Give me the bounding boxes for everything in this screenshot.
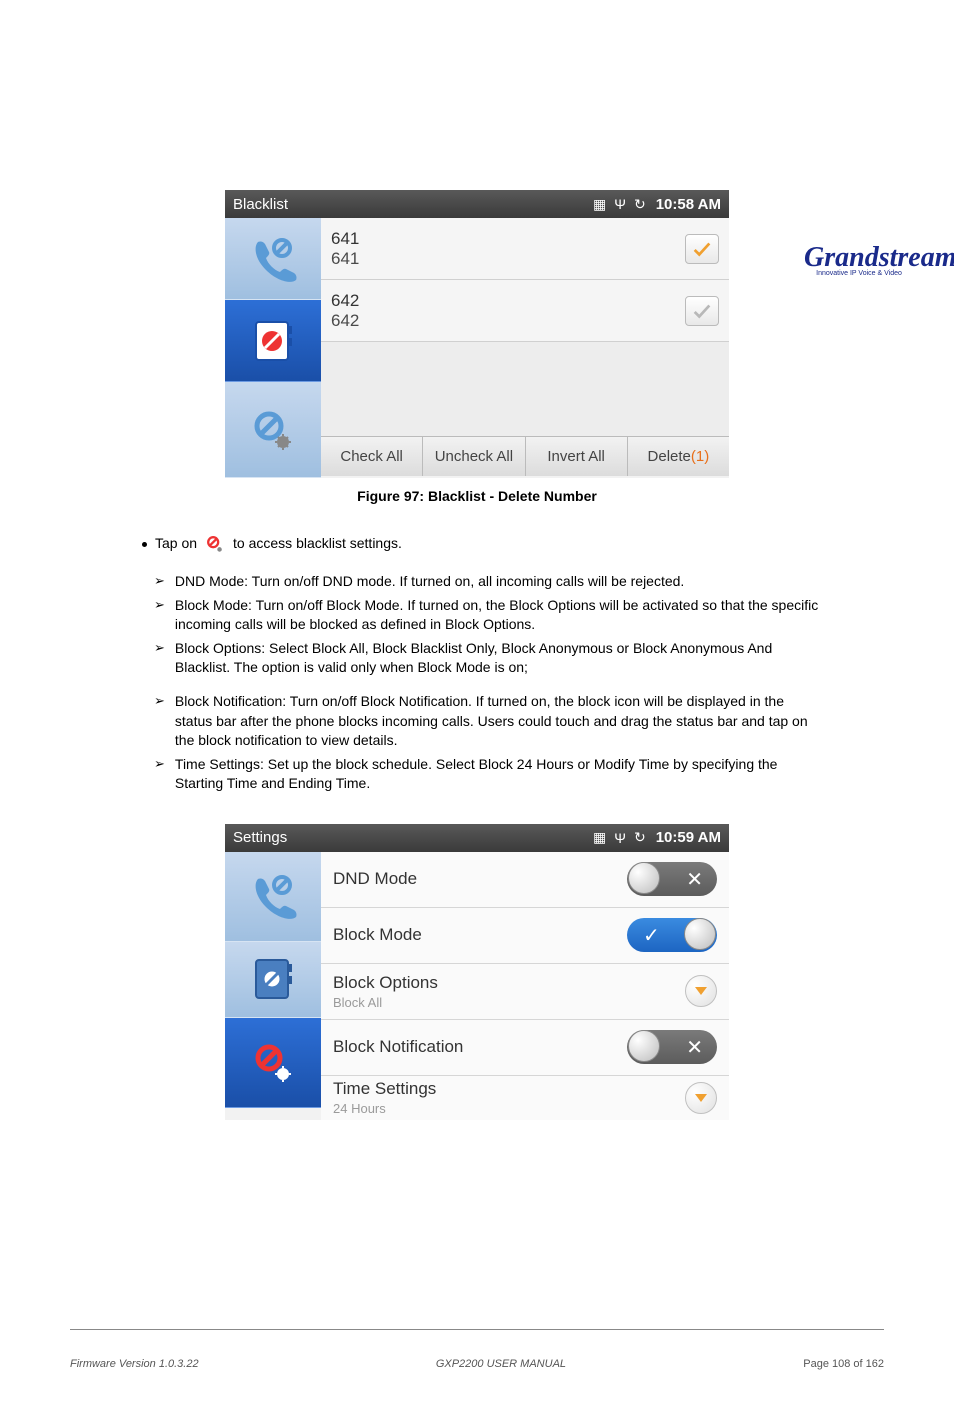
figure-settings: Settings ▦ Ψ ↻ 10:59 AM — [225, 824, 729, 1120]
block-notification-toggle[interactable]: ✕ — [627, 1030, 717, 1064]
arrow-bullet-icon: ➢ — [154, 692, 165, 751]
brand-tagline: Innovative IP Voice & Video — [804, 270, 914, 277]
contact-name: 642 — [331, 291, 685, 311]
sidebar — [225, 218, 321, 478]
setting-label: DND Mode — [333, 869, 627, 889]
action-bar: Check All Uncheck All Invert All Delete(… — [321, 436, 729, 476]
list-item[interactable]: 642 642 — [321, 280, 729, 342]
list-text: Block Options: Select Block All, Block B… — [175, 639, 824, 678]
screen-title: Blacklist — [233, 196, 589, 213]
screenshot-settings: Settings ▦ Ψ ↻ 10:59 AM — [225, 824, 729, 1120]
screen-title: Settings — [233, 829, 589, 846]
list-item[interactable]: 641 641 — [321, 218, 729, 280]
list-text: Time Settings: Set up the block schedule… — [175, 755, 824, 794]
expand-button[interactable] — [685, 1082, 717, 1114]
status-bar: Blacklist ▦ Ψ ↻ 10:58 AM — [225, 190, 729, 218]
contact-name: 641 — [331, 229, 685, 249]
figure-blacklist-delete: Blacklist ▦ Ψ ↻ 10:58 AM — [225, 190, 729, 504]
calc-icon: ▦ — [593, 196, 606, 213]
phone-block-icon — [248, 234, 298, 284]
contact-number: 641 — [331, 249, 685, 269]
footer-center: GXP2200 USER MANUAL — [436, 1358, 566, 1370]
bullet-icon — [142, 542, 147, 547]
blacklist-book-icon — [250, 318, 296, 364]
list-text: DND Mode: Turn on/off DND mode. If turne… — [175, 572, 684, 592]
clock-time: 10:58 AM — [656, 196, 721, 213]
arrow-bullet-icon: ➢ — [154, 596, 165, 635]
sync-icon: ↻ — [634, 196, 646, 213]
uncheck-all-button[interactable]: Uncheck All — [422, 436, 524, 476]
setting-label: Block Notification — [333, 1037, 627, 1057]
clock-time: 10:59 AM — [656, 829, 721, 846]
x-icon: ✕ — [686, 867, 703, 892]
arrow-bullet-icon: ➢ — [154, 639, 165, 678]
usb-icon: Ψ — [614, 830, 626, 846]
delete-button[interactable]: Delete(1) — [627, 436, 729, 476]
settings-row-block-notification[interactable]: Block Notification ✕ — [321, 1020, 729, 1076]
page-footer: Firmware Version 1.0.3.22 GXP2200 USER M… — [70, 1358, 884, 1370]
x-icon: ✕ — [686, 1035, 703, 1060]
sync-icon: ↻ — [634, 829, 646, 846]
dnd-toggle[interactable]: ✕ — [627, 862, 717, 896]
list-text: Block Mode: Turn on/off Block Mode. If t… — [175, 596, 824, 635]
settings-row-block-options[interactable]: Block Options Block All — [321, 964, 729, 1020]
setting-label: Block Mode — [333, 925, 627, 945]
usb-icon: Ψ — [614, 196, 626, 212]
brand-name: Grandstream — [804, 245, 914, 270]
sidebar-item-blacklist[interactable] — [225, 942, 321, 1018]
figure-caption: Figure 97: Blacklist - Delete Number — [225, 488, 729, 504]
sidebar-item-settings[interactable] — [225, 1018, 321, 1108]
intro-right: to access blacklist settings. — [233, 534, 402, 554]
block-settings-icon — [251, 408, 295, 452]
sidebar-item-block-history[interactable] — [225, 218, 321, 300]
check-icon — [691, 300, 713, 322]
setting-sublabel: Block All — [333, 995, 685, 1010]
brand-logo: Grandstream Innovative IP Voice & Video — [804, 245, 914, 277]
sidebar — [225, 852, 321, 1120]
settings-row-time-settings[interactable]: Time Settings 24 Hours — [321, 1076, 729, 1120]
intro-left: Tap on — [155, 534, 197, 554]
calc-icon: ▦ — [593, 829, 606, 846]
sidebar-item-blacklist[interactable] — [225, 300, 321, 382]
phone-block-icon — [248, 871, 298, 921]
arrow-bullet-icon: ➢ — [154, 755, 165, 794]
check-all-button[interactable]: Check All — [321, 436, 422, 476]
chevron-down-icon — [693, 1092, 709, 1104]
block-mode-toggle[interactable]: ✓ — [627, 918, 717, 952]
list-text: Block Notification: Turn on/off Block No… — [175, 692, 824, 751]
footer-left: Firmware Version 1.0.3.22 — [70, 1358, 199, 1370]
check-button[interactable] — [685, 296, 719, 326]
block-settings-inline-icon — [205, 534, 225, 554]
invert-all-button[interactable]: Invert All — [525, 436, 627, 476]
footer-rule — [70, 1329, 884, 1330]
check-icon — [691, 238, 713, 260]
setting-label: Time Settings — [333, 1079, 685, 1099]
check-icon: ✓ — [643, 923, 660, 948]
arrow-bullet-icon: ➢ — [154, 572, 165, 592]
blacklist-book-icon — [250, 956, 296, 1002]
body-text: Tap on to access blacklist settings. ➢ DN… — [130, 534, 824, 794]
footer-page: Page 108 of 162 — [803, 1358, 884, 1370]
screenshot-blacklist: Blacklist ▦ Ψ ↻ 10:58 AM — [225, 190, 729, 478]
sidebar-item-settings[interactable] — [225, 382, 321, 478]
chevron-down-icon — [693, 985, 709, 997]
check-button[interactable] — [685, 234, 719, 264]
contact-number: 642 — [331, 311, 685, 331]
settings-row-dnd[interactable]: DND Mode ✕ — [321, 852, 729, 908]
expand-button[interactable] — [685, 975, 717, 1007]
setting-sublabel: 24 Hours — [333, 1101, 685, 1116]
settings-row-block-mode[interactable]: Block Mode ✓ — [321, 908, 729, 964]
empty-area — [321, 342, 729, 436]
block-settings-icon — [251, 1040, 295, 1084]
sidebar-item-block-history[interactable] — [225, 852, 321, 942]
status-bar: Settings ▦ Ψ ↻ 10:59 AM — [225, 824, 729, 852]
setting-label: Block Options — [333, 973, 685, 993]
